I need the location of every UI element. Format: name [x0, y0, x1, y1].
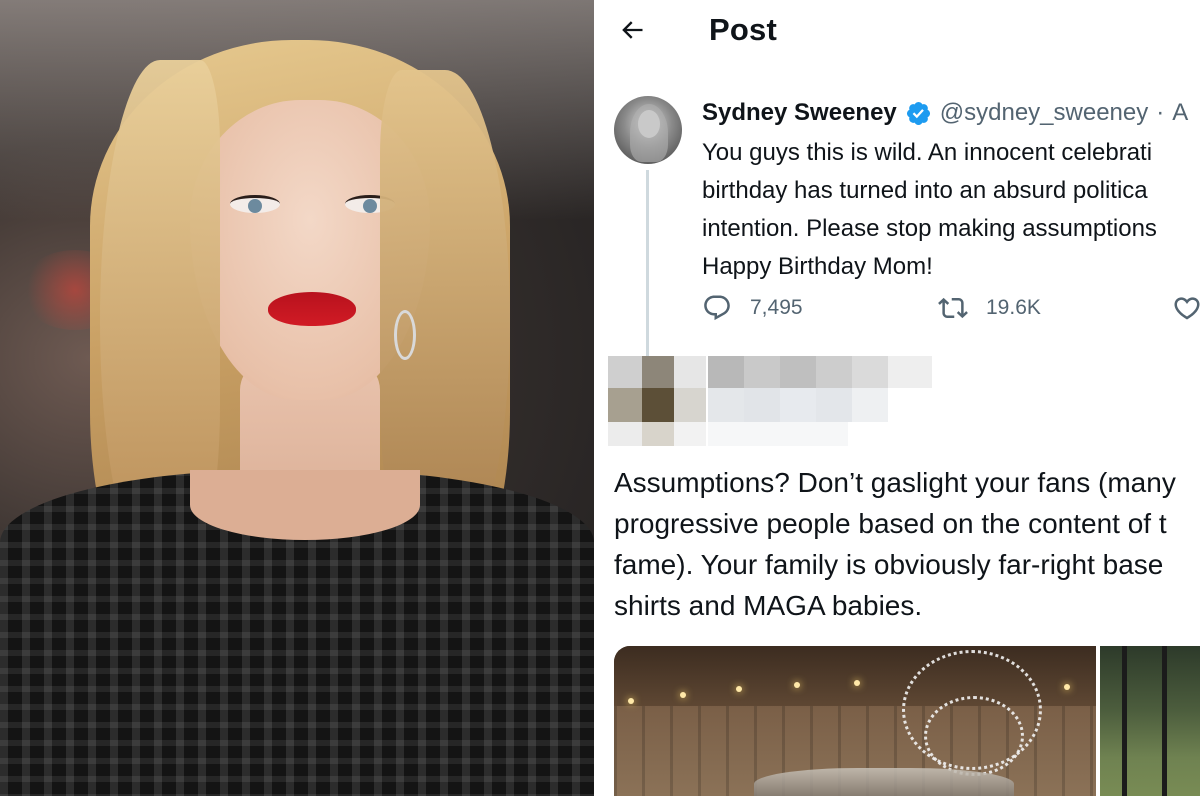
timestamp[interactable]: A	[1172, 99, 1188, 127]
reply-icon	[704, 295, 730, 321]
like-button[interactable]	[1172, 288, 1200, 328]
media-image-outdoor[interactable]	[1100, 646, 1200, 796]
page-title: Post	[709, 12, 777, 47]
post-text-line: You guys this is wild. An innocent celeb…	[702, 139, 1153, 166]
back-arrow-icon[interactable]	[618, 16, 646, 44]
repost-button[interactable]: 19.6K	[938, 288, 1041, 328]
left-eye	[230, 195, 280, 213]
verified-badge-icon	[906, 101, 930, 125]
post-text-line: Happy Birthday Mom!	[702, 253, 933, 280]
repost-count: 19.6K	[986, 296, 1041, 319]
panel-divider	[594, 0, 602, 796]
post-text: You guys this is wild. An innocent celeb…	[702, 134, 1200, 286]
party-guests	[754, 768, 1014, 796]
avatar[interactable]	[614, 96, 682, 164]
reply-text-line: fame). Your family is obviously far-righ…	[614, 549, 1164, 580]
separator-dot: ·	[1156, 99, 1165, 126]
reply-text: Assumptions? Don’t gaslight your fans (m…	[614, 462, 1200, 626]
media-image-barn[interactable]	[614, 646, 1096, 796]
handle[interactable]: @sydney_sweeney	[940, 99, 1148, 127]
reply-text-line: shirts and MAGA babies.	[614, 590, 923, 621]
reply-count: 7,495	[750, 296, 803, 319]
post-text-line: birthday has turned into an absurd polit…	[702, 177, 1148, 204]
repost-icon	[938, 297, 968, 319]
earring	[394, 310, 416, 360]
reply-text-line: Assumptions? Don’t gaslight your fans (m…	[614, 467, 1176, 498]
thread-line	[646, 170, 649, 358]
chandelier-lower	[924, 696, 1024, 776]
display-name[interactable]: Sydney Sweeney	[702, 99, 897, 127]
lips	[268, 292, 356, 326]
neckline	[190, 470, 420, 540]
post-text-line: intention. Please stop making assumption…	[702, 215, 1157, 242]
post-actions: 7,495 19.6K	[702, 288, 1200, 328]
author-row: Sydney Sweeney @sydney_sweeney · A	[702, 96, 1188, 130]
reply-button[interactable]: 7,495	[702, 288, 803, 328]
post-screen: Post Sydney Sweeney @sydney_sweeney · A …	[602, 0, 1200, 796]
like-icon	[1174, 297, 1200, 320]
post-header: Post	[602, 0, 1200, 62]
reply-text-line: progressive people based on the content …	[614, 508, 1167, 539]
censored-reply-author	[608, 356, 938, 448]
portrait-photo	[0, 0, 594, 796]
